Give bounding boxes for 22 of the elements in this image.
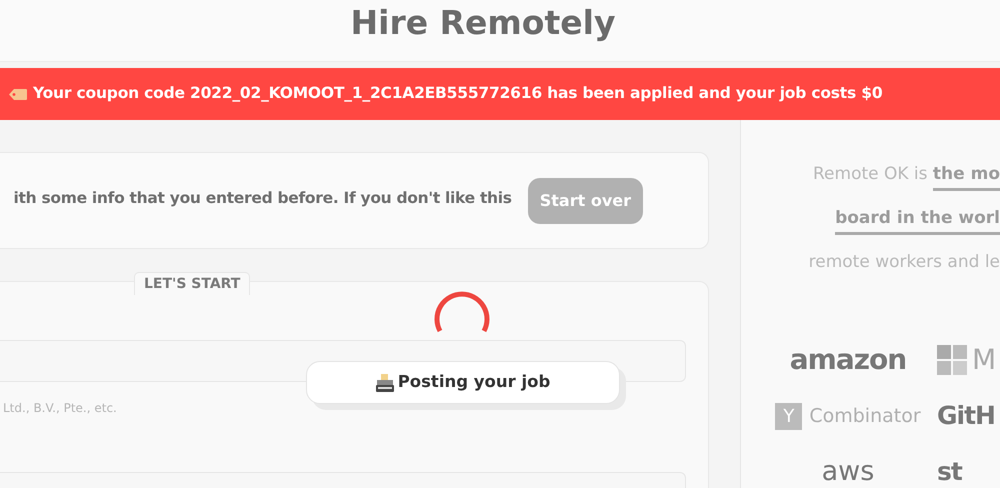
logo-text: GitH [937, 400, 995, 432]
logo-text: M [972, 342, 996, 378]
tiles-icon [937, 345, 967, 375]
logo-badge: Y [775, 402, 802, 430]
loading-message: Posting your job [398, 371, 550, 394]
typewriter-icon [376, 374, 394, 392]
section-label: LET'S START [134, 272, 250, 295]
amazon-logo: amazon [790, 345, 906, 375]
loading-spinner [434, 292, 490, 332]
coupon-message: Your coupon code 2022_02_KOMOOT_1_2C1A2EB555772616 has been applied and your job costs $0 [33, 83, 882, 104]
pitch-text: remote workers and le [808, 251, 1000, 274]
page-title: Hire Remotely [350, 2, 616, 44]
tag-icon [9, 88, 27, 100]
pitch-link[interactable]: the mo [932, 160, 1000, 191]
notice-text: ith some info that you entered before. If you don't like this [14, 188, 512, 210]
field-hint: Ltd., B.V., Pte., etc. [3, 400, 117, 417]
logo-text: aws [822, 454, 874, 488]
pitch-link[interactable]: board in the worl [835, 204, 1000, 235]
logo-text: st [937, 456, 962, 488]
logo-text: Combinator [809, 404, 921, 429]
pitch-text: Remote OK is [813, 163, 929, 186]
start-over-button[interactable]: Start over [528, 178, 643, 224]
